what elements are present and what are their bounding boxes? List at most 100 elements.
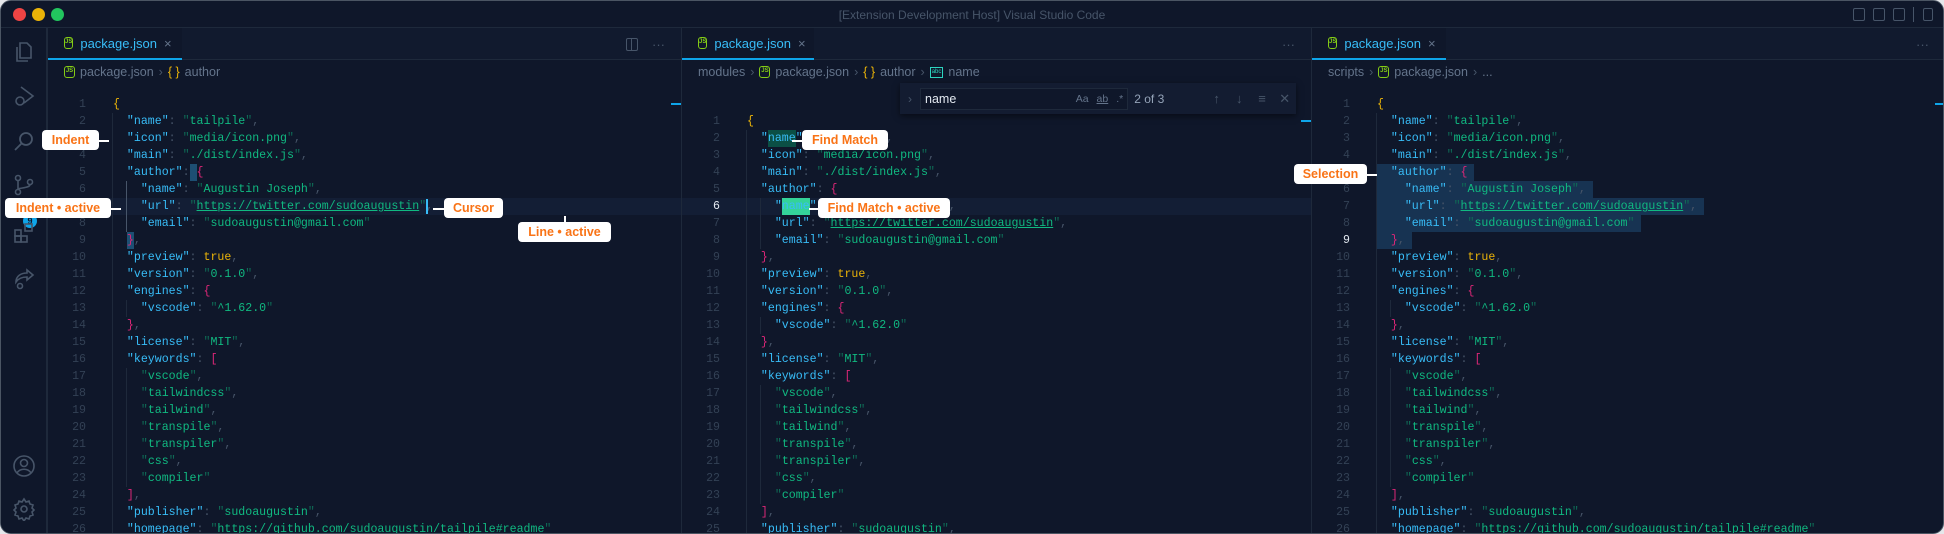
- customize-layout-icon[interactable]: [1923, 8, 1933, 21]
- tab-package-json[interactable]: JS package.json ×: [48, 28, 182, 60]
- code-line: 18 "tailwindcss",: [682, 402, 1311, 419]
- punctuation: ,: [1564, 149, 1572, 162]
- toggle-secondary-sidebar-icon[interactable]: [1893, 8, 1905, 21]
- find-input[interactable]: name Aa ab .*: [920, 87, 1129, 110]
- code-text: "compiler": [1377, 470, 1475, 487]
- punctuation: [113, 336, 127, 349]
- code-editor[interactable]: 1{2 "name": "tailpile",3 "icon": "media/…: [682, 113, 1311, 533]
- find-in-selection-icon[interactable]: ≡: [1251, 91, 1274, 106]
- previous-match-icon[interactable]: ↑: [1205, 91, 1228, 106]
- breadcrumb-item[interactable]: modules: [698, 65, 745, 79]
- code-line: 9 },: [682, 249, 1311, 266]
- files-icon[interactable]: [12, 40, 36, 64]
- callout-connector: [564, 216, 566, 222]
- breadcrumb-item[interactable]: scripts: [1328, 65, 1364, 79]
- source-control-icon[interactable]: [12, 173, 36, 197]
- code-line: 7 "url": "https://twitter.com/sudoaugust…: [682, 215, 1311, 232]
- breadcrumb-item[interactable]: { } author: [863, 65, 915, 79]
- tab-package-json[interactable]: JS package.json ×: [682, 28, 814, 60]
- json-string: ./dist/index.js: [1453, 149, 1558, 162]
- breadcrumb-item[interactable]: abc name: [929, 65, 980, 79]
- vscode-window: [Extension Development Host] Visual Stud…: [0, 0, 1944, 534]
- more-actions-icon[interactable]: ···: [652, 37, 665, 52]
- code-line: 21 "transpiler",: [48, 436, 681, 453]
- quote: ": [1530, 302, 1538, 315]
- code-text: "name": "Augustin Joseph",: [113, 181, 322, 198]
- overview-ruler-mark: [1935, 103, 1943, 105]
- punctuation: [747, 438, 775, 451]
- breadcrumb-item[interactable]: JS package.json: [1378, 65, 1468, 79]
- close-find-icon[interactable]: ✕: [1273, 91, 1296, 107]
- punctuation: :: [1432, 149, 1440, 162]
- code-text: "email": "sudoaugustin@gmail.com": [747, 232, 1005, 249]
- punctuation: [1377, 506, 1391, 519]
- json-string: compiler: [781, 489, 838, 502]
- json-key: "email": [1404, 217, 1454, 230]
- breadcrumb-label: ...: [1482, 65, 1493, 79]
- code-text: "transpile",: [747, 436, 859, 453]
- breadcrumb-item[interactable]: { } author: [168, 65, 220, 79]
- code-line: 14 },: [682, 334, 1311, 351]
- punctuation: ,: [224, 438, 232, 451]
- breadcrumb-item[interactable]: ...: [1482, 65, 1492, 79]
- callout-connector: [792, 140, 802, 142]
- close-icon[interactable]: ×: [1428, 36, 1436, 51]
- quote: ": [140, 472, 148, 485]
- debug-icon[interactable]: [12, 84, 36, 108]
- code-editor[interactable]: 1{2 "name": "tailpile",3 "icon": "media/…: [1312, 96, 1943, 533]
- json-string: tailwind: [147, 404, 204, 417]
- extensions-icon[interactable]: [12, 221, 36, 245]
- code-text: "vscode": "^1.62.0": [113, 300, 273, 317]
- punctuation: ,: [858, 455, 866, 468]
- punctuation: [747, 268, 761, 281]
- match-case-icon[interactable]: Aa: [1076, 93, 1089, 105]
- quote: ": [307, 183, 315, 196]
- code-line: 13 "vscode": "^1.62.0": [48, 300, 681, 317]
- account-icon[interactable]: [12, 454, 36, 478]
- quote: ": [774, 455, 782, 468]
- code-line: 10 "preview": true,: [48, 249, 681, 266]
- quote: ": [286, 132, 294, 145]
- next-match-icon[interactable]: ↓: [1228, 91, 1251, 106]
- quote: ": [182, 115, 190, 128]
- tab-package-json[interactable]: JS package.json ×: [1312, 28, 1446, 60]
- split-editor-icon[interactable]: [626, 38, 638, 51]
- more-actions-icon[interactable]: ···: [1916, 37, 1929, 52]
- line-number: 3: [713, 149, 720, 162]
- punctuation: ,: [252, 268, 260, 281]
- toggle-panel-icon[interactable]: [1873, 8, 1885, 21]
- breadcrumb-item[interactable]: JS package.json: [759, 65, 849, 79]
- gear-icon[interactable]: [12, 497, 36, 521]
- share-icon[interactable]: [12, 267, 36, 291]
- quote: ": [1557, 149, 1565, 162]
- code-line: 21 "transpiler",: [682, 453, 1311, 470]
- json-boolean: true: [203, 251, 232, 264]
- breadcrumb-item[interactable]: JS package.json: [64, 65, 154, 79]
- punctuation: :: [823, 285, 831, 298]
- code-text: "engines": {: [1377, 283, 1475, 300]
- editor-pane-1: JS package.json × ··· JS package.json ›{ } auth…: [47, 28, 681, 533]
- toggle-primary-sidebar-icon[interactable]: [1853, 8, 1865, 21]
- json-key: "license": [1390, 336, 1454, 349]
- code-line: 12 "engines": {: [48, 283, 681, 300]
- search-icon[interactable]: [12, 129, 36, 153]
- punctuation: :: [189, 285, 197, 298]
- code-line: 15 "license": "MIT",: [682, 351, 1311, 368]
- code-editor[interactable]: 1{2 "name": "tailpile",3 "icon": "media/…: [48, 96, 681, 533]
- punctuation: [1377, 319, 1391, 332]
- code-text: "icon": "media/icon.png",: [113, 130, 301, 147]
- json-string: https://twitter.com/sudoaugustin: [1460, 200, 1684, 213]
- code-line: 6 "name": "Augustin Joseph",: [1312, 181, 1943, 198]
- regex-icon[interactable]: .*: [1116, 93, 1123, 105]
- json-key: "email": [140, 217, 190, 230]
- bracket: {: [196, 166, 204, 179]
- toggle-replace-chevron-icon[interactable]: ›: [908, 92, 912, 106]
- close-icon[interactable]: ×: [164, 36, 172, 51]
- code-text: },: [113, 232, 141, 249]
- json-key: "main": [126, 149, 169, 162]
- more-actions-icon[interactable]: ···: [1282, 37, 1295, 52]
- punctuation: :: [189, 336, 197, 349]
- json-key: "name": [126, 115, 169, 128]
- whole-word-icon[interactable]: ab: [1097, 93, 1109, 105]
- close-icon[interactable]: ×: [798, 36, 806, 51]
